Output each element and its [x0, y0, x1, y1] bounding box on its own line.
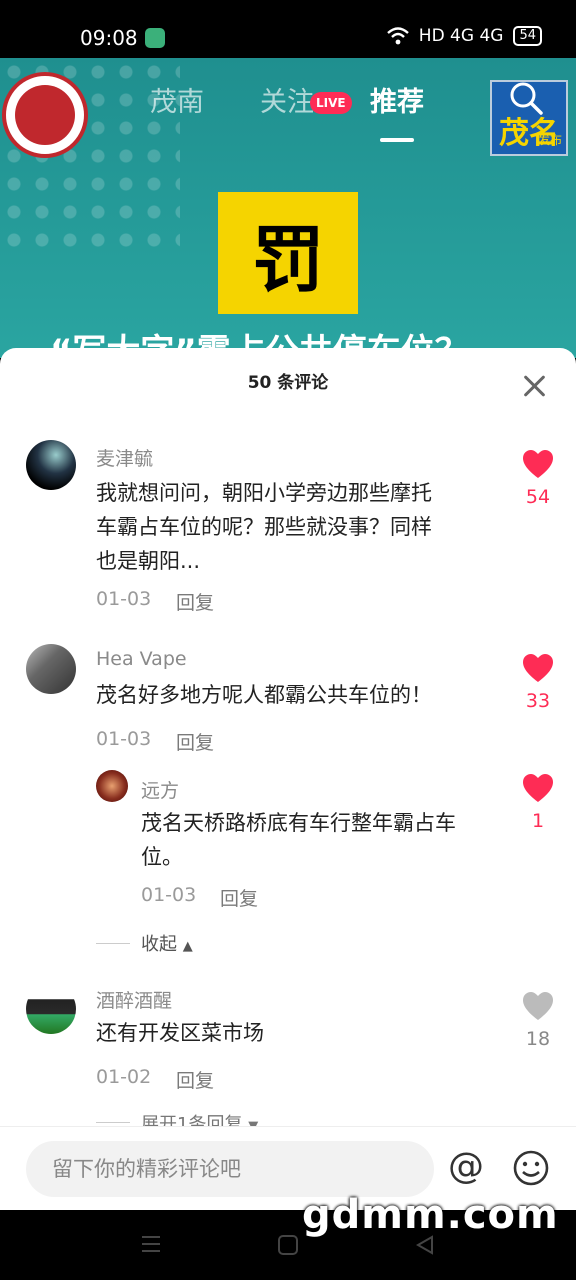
- comment-text[interactable]: 茂名天桥路桥底有车行整年霸占车 位。: [141, 806, 456, 874]
- reply-button[interactable]: 回复: [176, 1066, 214, 1093]
- comment-text-line: 茂名好多地方呢人都霸公共车位的！: [96, 683, 432, 707]
- divider: [96, 1122, 130, 1123]
- comment-date: 01-03: [96, 588, 152, 610]
- heart-icon: [523, 774, 553, 802]
- avatar[interactable]: [26, 440, 76, 490]
- comment-date: 01-03: [96, 728, 152, 750]
- collapse-replies-button[interactable]: 收起 ▲: [141, 930, 193, 956]
- like-count: 33: [525, 690, 551, 712]
- reply-button[interactable]: 回复: [220, 884, 258, 911]
- live-badge: LIVE: [310, 92, 352, 114]
- heart-icon: [523, 450, 553, 478]
- like-button[interactable]: 1: [518, 774, 558, 832]
- publisher-logo-sub: 发布: [537, 133, 562, 147]
- tab-maonan[interactable]: 茂南: [150, 80, 204, 119]
- tab-following[interactable]: 关注: [260, 80, 314, 119]
- collapse-label: 收起: [141, 934, 177, 955]
- divider: [96, 943, 130, 944]
- comment-username[interactable]: 麦津毓: [96, 444, 153, 471]
- comment-username[interactable]: 酒醉酒醒: [96, 986, 172, 1013]
- heart-icon: [523, 654, 553, 682]
- comment-date: 01-02: [96, 1066, 152, 1088]
- search-icon[interactable]: [506, 78, 546, 118]
- comment-username[interactable]: 远方: [141, 776, 179, 803]
- video-player[interactable]: 茂南 关注 LIVE 推荐 茂名 发布 罚 “写大字”霸占公共停车位？: [0, 58, 576, 358]
- comment-text-line: 位。: [141, 845, 183, 869]
- comment-text-line: 茂名天桥路桥底有车行整年霸占车: [141, 811, 456, 835]
- menu-icon[interactable]: [140, 1234, 162, 1254]
- comments-count-title: 50 条评论: [247, 373, 329, 393]
- battery-icon: 54: [513, 26, 542, 46]
- mention-icon[interactable]: @: [448, 1147, 484, 1187]
- like-button[interactable]: 18: [518, 992, 558, 1050]
- network-label: HD 4G 4G: [418, 26, 504, 46]
- like-count: 54: [525, 486, 551, 508]
- like-button[interactable]: 54: [518, 450, 558, 508]
- caret-up-icon: ▲: [182, 939, 193, 954]
- comment-username[interactable]: Hea Vape: [96, 648, 187, 670]
- comment-text-line: 也是朝阳...: [96, 549, 201, 573]
- comment-text-line: 我就想问问，朝阳小学旁边那些摩托: [96, 481, 432, 505]
- site-watermark: gdmm.com: [302, 1192, 559, 1238]
- avatar[interactable]: [26, 644, 76, 694]
- like-button[interactable]: 33: [518, 654, 558, 712]
- app-notification-icon: [145, 28, 165, 48]
- avatar[interactable]: [96, 770, 128, 802]
- comments-sheet: 50 条评论 麦津毓 我就想问问，朝阳小学旁边那些摩托 车霸占车位的呢？那些就没…: [0, 348, 576, 1210]
- close-icon[interactable]: [518, 370, 550, 402]
- avatar[interactable]: [26, 984, 76, 1034]
- poster-character: 罚: [251, 216, 324, 302]
- comment-text[interactable]: 还有开发区菜市场: [96, 1016, 264, 1050]
- like-count: 1: [531, 810, 545, 832]
- comment-input[interactable]: 留下你的精彩评论吧: [26, 1141, 434, 1197]
- video-poster: 罚: [218, 192, 358, 314]
- reply-button[interactable]: 回复: [176, 728, 214, 755]
- comment-text[interactable]: 我就想问问，朝阳小学旁边那些摩托 车霸占车位的呢？那些就没事？同样 也是朝阳..…: [96, 476, 432, 578]
- wifi-icon: [386, 27, 409, 45]
- comment-date: 01-03: [141, 884, 197, 906]
- active-tab-indicator: [380, 138, 414, 142]
- status-bar: 09:08 HD 4G 4G 54: [0, 0, 576, 66]
- home-icon[interactable]: [277, 1234, 299, 1256]
- status-time: 09:08: [80, 26, 138, 50]
- heart-icon: [523, 992, 553, 1020]
- tab-recommended[interactable]: 推荐: [370, 80, 424, 119]
- reply-button[interactable]: 回复: [176, 588, 214, 615]
- comment-text-line: 车霸占车位的呢？那些就没事？同样: [96, 515, 432, 539]
- comment-text[interactable]: 茂名好多地方呢人都霸公共车位的！: [96, 678, 432, 712]
- status-icons: HD 4G 4G 54: [386, 26, 542, 46]
- like-count: 18: [525, 1028, 551, 1050]
- emoji-icon[interactable]: [512, 1149, 550, 1187]
- comment-text-line: 还有开发区菜市场: [96, 1021, 264, 1045]
